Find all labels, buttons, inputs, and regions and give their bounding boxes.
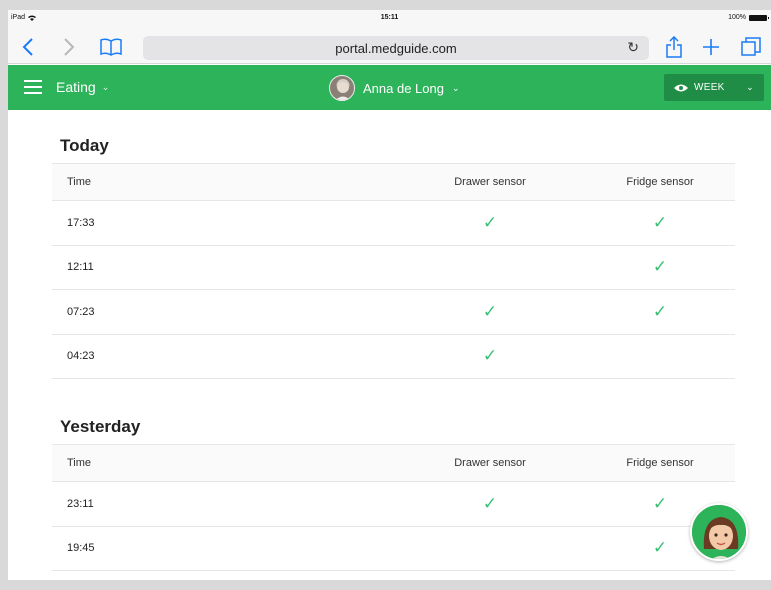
- time-cell: 04:23: [67, 350, 95, 363]
- ipad-screen: iPad 15:11 100% portal.medguide.com ↻ Ea…: [8, 10, 771, 580]
- section-label: Eating: [56, 79, 96, 95]
- check-icon: ✓: [482, 346, 498, 366]
- column-header-drawer: Drawer sensor: [454, 457, 526, 469]
- events-table-yesterday: Time Drawer sensor Fridge sensor 23:11 ✓…: [52, 444, 735, 571]
- table-row: 04:23 ✓: [52, 335, 735, 379]
- section-title-yesterday: Yesterday: [60, 417, 141, 436]
- column-header-fridge: Fridge sensor: [626, 457, 694, 469]
- chevron-down-icon: ⌄: [746, 82, 754, 92]
- events-table-today: Time Drawer sensor Fridge sensor 17:33 ✓…: [52, 163, 735, 379]
- status-bar: iPad 15:11 100%: [8, 10, 771, 30]
- assistant-avatar-button[interactable]: [690, 503, 748, 561]
- check-icon: ✓: [652, 212, 668, 232]
- app-header: Eating ⌄ Anna de Long ⌄ WEEK ⌄: [8, 65, 771, 110]
- table-row: 17:33 ✓ ✓: [52, 201, 735, 246]
- section-title-today: Today: [60, 136, 109, 155]
- table-row: 19:45 ✓: [52, 527, 735, 571]
- check-icon: ✓: [482, 212, 498, 232]
- time-cell: 12:11: [67, 261, 94, 274]
- share-icon: [666, 36, 682, 58]
- reload-icon[interactable]: ↻: [627, 39, 639, 56]
- column-header-fridge: Fridge sensor: [626, 176, 694, 188]
- period-label: WEEK: [694, 82, 725, 93]
- url-text: portal.medguide.com: [335, 40, 457, 56]
- time-cell: 19:45: [67, 542, 95, 555]
- address-bar[interactable]: portal.medguide.com ↻: [143, 36, 649, 60]
- period-dropdown[interactable]: WEEK ⌄: [664, 74, 764, 101]
- user-name: Anna de Long: [363, 80, 444, 96]
- chevron-down-icon: ⌄: [451, 82, 460, 93]
- table-header: Time Drawer sensor Fridge sensor: [52, 163, 735, 201]
- check-icon: ✓: [652, 301, 668, 321]
- tabs-icon: [741, 37, 761, 56]
- share-button[interactable]: [666, 36, 682, 58]
- table-row: 07:23 ✓ ✓: [52, 290, 735, 335]
- column-header-time: Time: [67, 457, 92, 469]
- chevron-right-icon: [64, 38, 75, 56]
- bookmarks-button[interactable]: [100, 36, 122, 58]
- avatar: [329, 75, 355, 101]
- book-icon: [100, 38, 122, 56]
- table-row: 12:11 ✓: [52, 246, 735, 290]
- battery-icon: [749, 14, 769, 21]
- column-header-drawer: Drawer sensor: [454, 176, 526, 188]
- battery-percent: 100%: [728, 14, 746, 21]
- time-cell: 17:33: [67, 216, 95, 229]
- check-icon: ✓: [482, 301, 498, 321]
- time-cell: 07:23: [67, 305, 95, 318]
- check-icon: ✓: [482, 493, 498, 513]
- clock: 15:11: [380, 14, 399, 21]
- check-icon: ✓: [652, 257, 668, 277]
- chevron-down-icon: ⌄: [101, 81, 110, 92]
- section-dropdown[interactable]: Eating ⌄: [56, 79, 109, 95]
- new-tab-button[interactable]: [702, 36, 720, 58]
- main-content: Today Time Drawer sensor Fridge sensor 1…: [8, 110, 771, 580]
- menu-icon[interactable]: [24, 80, 42, 94]
- chevron-left-icon: [22, 38, 33, 56]
- browser-toolbar: portal.medguide.com ↻: [8, 30, 771, 64]
- table-row: 23:11 ✓ ✓: [52, 482, 735, 527]
- tabs-button[interactable]: [741, 36, 761, 58]
- check-icon: ✓: [652, 493, 668, 513]
- user-dropdown[interactable]: Anna de Long ⌄: [329, 75, 460, 101]
- forward-button[interactable]: [63, 36, 75, 58]
- table-header: Time Drawer sensor Fridge sensor: [52, 444, 735, 482]
- back-button[interactable]: [22, 36, 34, 58]
- plus-icon: [703, 39, 719, 55]
- eye-icon: [674, 84, 688, 91]
- time-cell: 23:11: [67, 497, 94, 510]
- column-header-time: Time: [67, 176, 92, 188]
